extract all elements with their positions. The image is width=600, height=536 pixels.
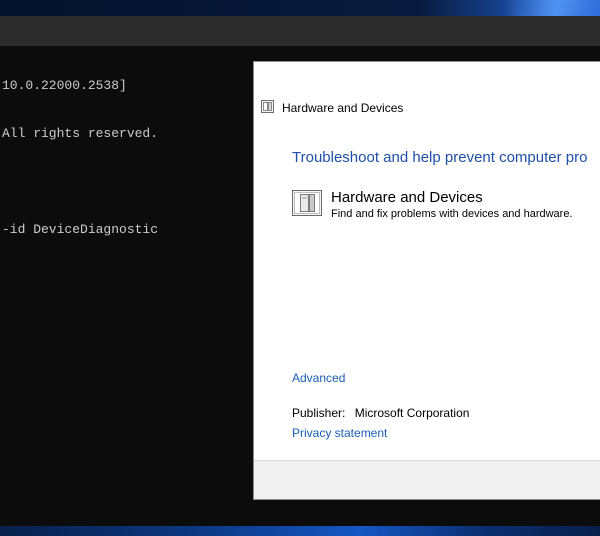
wallpaper-streak [505,0,600,16]
console-line: 10.0.22000.2538] [2,78,127,93]
console-line: -id DeviceDiagnostic [2,222,159,237]
desktop-wallpaper-bottom [0,526,600,536]
console-titlebar[interactable] [0,16,600,46]
dialog-titlebar[interactable] [254,62,600,92]
advanced-link[interactable]: Advanced [292,371,345,385]
publisher-label: Publisher: [292,406,346,420]
console-line: All rights reserved. [2,126,159,141]
troubleshooter-item[interactable]: Hardware and Devices Find and fix proble… [292,189,600,221]
privacy-statement-link[interactable]: Privacy statement [292,426,387,440]
item-description: Find and fix problems with devices and h… [331,208,573,220]
page-heading: Troubleshoot and help prevent computer p… [292,149,588,166]
publisher-value: Microsoft Corporation [354,406,470,420]
dialog-footer [254,460,600,499]
hardware-device-icon [261,100,274,113]
publisher-info: Publisher: Microsoft Corporation [292,406,469,420]
desktop-screen: 10.0.22000.2538] All rights reserved. -i… [0,0,600,536]
dialog-title: Hardware and Devices [282,101,404,115]
console-output: 10.0.22000.2538] All rights reserved. -i… [2,46,158,270]
hardware-device-icon [292,190,322,216]
troubleshooter-dialog: Hardware and Devices Troubleshoot and he… [253,61,600,500]
item-name: Hardware and Devices [331,189,483,206]
